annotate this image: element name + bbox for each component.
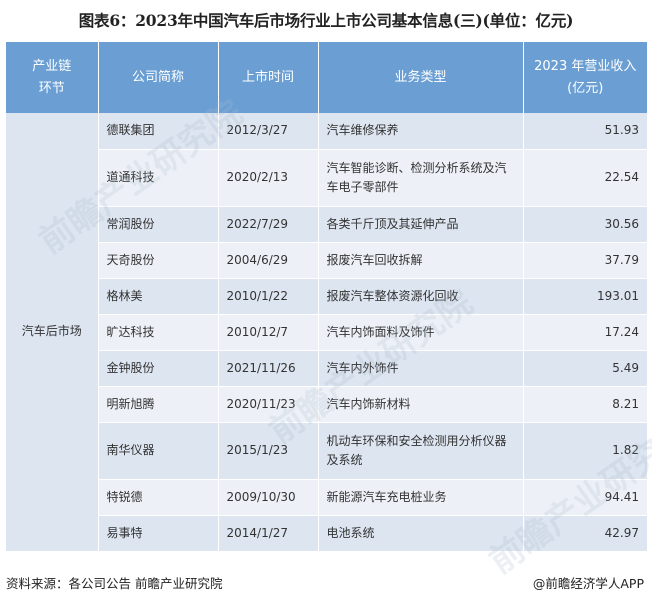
company-name-cell: 金钟股份 [98, 350, 219, 387]
business-type-cell: 机动车环保和安全检测用分析仪器及系统 [318, 422, 524, 480]
company-name-cell: 特锐德 [98, 479, 219, 516]
revenue-cell: 51.93 [523, 113, 647, 150]
business-type-cell: 汽车内饰面料及饰件 [318, 314, 524, 351]
business-type-cell: 汽车内饰新材料 [318, 386, 524, 423]
table-row: 常润股份 2022/7/29 各类千斤顶及其延伸产品 30.56 [6, 206, 647, 243]
table-row: 天奇股份 2004/6/29 报废汽车回收拆解 37.79 [6, 242, 647, 279]
header-listing-date: 上市时间 [218, 42, 319, 113]
table-header-row: 产业链环节 公司简称 上市时间 业务类型 2023 年营业收入(亿元) [6, 42, 647, 113]
listing-date-cell: 2021/11/26 [218, 350, 319, 387]
listing-date-cell: 2020/11/23 [218, 386, 319, 423]
table-row: 汽车后市场 德联集团 2012/3/27 汽车维修保养 51.93 [6, 113, 647, 552]
listing-date-cell: 2020/2/13 [218, 149, 319, 207]
revenue-cell: 22.54 [523, 149, 647, 207]
brand-credit: @前瞻经济学人APP [533, 573, 644, 592]
company-info-table: 产业链环节 公司简称 上市时间 业务类型 2023 年营业收入(亿元) 汽车后市… [6, 42, 647, 552]
company-name-cell: 德联集团 [98, 113, 219, 150]
listing-date-cell: 2022/7/29 [218, 206, 319, 243]
header-segment: 产业链环节 [6, 42, 99, 113]
listing-date-cell: 2012/3/27 [218, 113, 319, 150]
listing-date-cell: 2009/10/30 [218, 479, 319, 516]
company-name-cell: 格林美 [98, 278, 219, 315]
company-name-cell: 道通科技 [98, 149, 219, 207]
business-type-cell: 电池系统 [318, 515, 524, 552]
business-type-cell: 汽车内外饰件 [318, 350, 524, 387]
table-row: 易事特 2014/1/27 电池系统 42.97 [6, 515, 647, 552]
business-type-cell: 汽车维修保养 [318, 113, 524, 150]
revenue-cell: 5.49 [523, 350, 647, 387]
business-type-cell: 新能源汽车充电桩业务 [318, 479, 524, 516]
segment-cell: 汽车后市场 [6, 113, 99, 552]
revenue-cell: 30.56 [523, 206, 647, 243]
table-row: 金钟股份 2021/11/26 汽车内外饰件 5.49 [6, 350, 647, 387]
header-company: 公司简称 [98, 42, 219, 113]
revenue-cell: 94.41 [523, 479, 647, 516]
revenue-cell: 1.82 [523, 422, 647, 480]
company-name-cell: 明新旭腾 [98, 386, 219, 423]
header-revenue: 2023 年营业收入(亿元) [523, 42, 647, 113]
table-row: 明新旭腾 2020/11/23 汽车内饰新材料 8.21 [6, 386, 647, 423]
company-name-cell: 常润股份 [98, 206, 219, 243]
table-row: 南华仪器 2015/1/23 机动车环保和安全检测用分析仪器及系统 1.82 [6, 422, 647, 480]
business-type-cell: 报废汽车回收拆解 [318, 242, 524, 279]
revenue-cell: 17.24 [523, 314, 647, 351]
business-type-cell: 汽车智能诊断、检测分析系统及汽车电子零部件 [318, 149, 524, 207]
table-row: 格林美 2010/1/22 报废汽车整体资源化回收 193.01 [6, 278, 647, 315]
revenue-cell: 37.79 [523, 242, 647, 279]
listing-date-cell: 2010/12/7 [218, 314, 319, 351]
revenue-cell: 8.21 [523, 386, 647, 423]
revenue-cell: 42.97 [523, 515, 647, 552]
company-name-cell: 南华仪器 [98, 422, 219, 480]
table-row: 旷达科技 2010/12/7 汽车内饰面料及饰件 17.24 [6, 314, 647, 351]
listing-date-cell: 2010/1/22 [218, 278, 319, 315]
listing-date-cell: 2004/6/29 [218, 242, 319, 279]
source-note: 资料来源：各公司公告 前瞻产业研究院 [6, 576, 223, 591]
business-type-cell: 报废汽车整体资源化回收 [318, 278, 524, 315]
listing-date-cell: 2015/1/23 [218, 422, 319, 480]
company-name-cell: 天奇股份 [98, 242, 219, 279]
company-name-cell: 旷达科技 [98, 314, 219, 351]
listing-date-cell: 2014/1/27 [218, 515, 319, 552]
table-row: 特锐德 2009/10/30 新能源汽车充电桩业务 94.41 [6, 479, 647, 516]
revenue-cell: 193.01 [523, 278, 647, 315]
table-body: 汽车后市场 德联集团 2012/3/27 汽车维修保养 51.93 道通科技 2020/2/… [6, 113, 647, 552]
chart-title: 图表6：2023年中国汽车后市场行业上市公司基本信息(三)(单位：亿元) [78, 11, 574, 30]
company-name-cell: 易事特 [98, 515, 219, 552]
header-business-type: 业务类型 [318, 42, 524, 113]
brand-label: @前瞻经济学人APP [532, 576, 644, 591]
table-row: 道通科技 2020/2/13 汽车智能诊断、检测分析系统及汽车电子零部件 22.54 [6, 149, 647, 207]
business-type-cell: 各类千斤顶及其延伸产品 [318, 206, 524, 243]
